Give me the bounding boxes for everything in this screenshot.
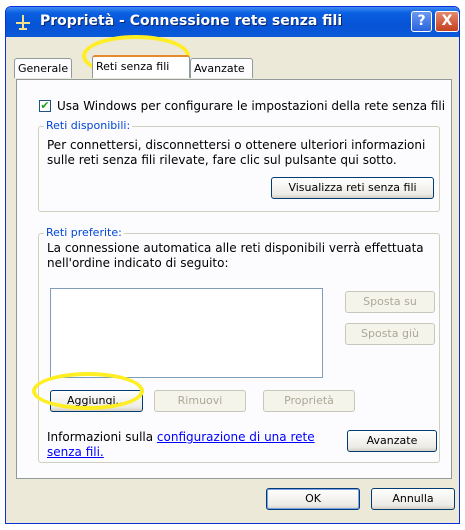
use-windows-label: Usa Windows per configurare le impostazi…: [57, 99, 446, 113]
info-prefix: Informazioni sulla: [47, 430, 157, 444]
available-networks-title: Reti disponibili:: [44, 119, 133, 132]
tab-wireless-networks[interactable]: Reti senza fili: [92, 55, 190, 78]
use-windows-checkbox[interactable]: ✔: [39, 100, 51, 112]
tab-advanced[interactable]: Avanzate: [190, 58, 253, 78]
ok-button[interactable]: OK: [266, 488, 360, 510]
preferred-text-line2: nell'ordine indicato di seguito:: [47, 256, 229, 270]
info-text: Informazioni sulla configurazione di una…: [47, 430, 315, 445]
tab-general[interactable]: Generale: [14, 58, 72, 78]
cancel-button[interactable]: Annulla: [371, 488, 455, 510]
add-button[interactable]: Aggiungi...: [50, 390, 143, 412]
title-bar[interactable]: Proprietà - Connessione rete senza fili …: [6, 7, 459, 37]
tab-panel: ✔ Usa Windows per configurare le imposta…: [16, 79, 452, 479]
window-title: Proprietà - Connessione rete senza fili: [40, 13, 343, 29]
available-text-line2: sulle reti senza fili rilevate, fare cli…: [47, 153, 397, 167]
preferred-networks-title: Reti preferite:: [44, 226, 124, 239]
move-down-button[interactable]: Sposta giù: [345, 323, 435, 345]
view-wireless-networks-button[interactable]: Visualizza reti senza fili: [271, 177, 434, 199]
remove-button[interactable]: Rimuovi: [154, 390, 246, 412]
preferred-text-line1: La connessione automatica alle reti disp…: [47, 241, 424, 255]
move-up-button[interactable]: Sposta su: [345, 291, 435, 313]
advanced-button[interactable]: Avanzate: [347, 430, 437, 452]
network-connection-icon: [16, 15, 30, 30]
properties-button[interactable]: Proprietà: [263, 390, 355, 412]
wireless-config-link[interactable]: configurazione di una rete: [157, 430, 315, 444]
preferred-networks-list[interactable]: [50, 288, 323, 378]
properties-dialog: Proprietà - Connessione rete senza fili …: [5, 6, 460, 524]
wireless-config-link-2[interactable]: senza fili.: [47, 445, 104, 460]
help-button[interactable]: ?: [411, 11, 432, 32]
close-button[interactable]: X: [435, 11, 459, 32]
available-text-line1: Per connettersi, disconnettersi o ottene…: [47, 138, 426, 152]
